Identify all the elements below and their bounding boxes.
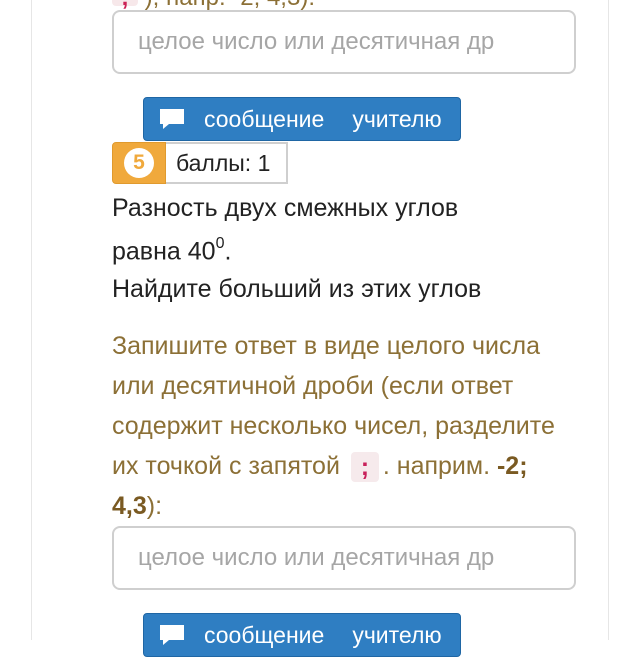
question-text: Разность двух смежных углов равна 400. Н…: [112, 189, 582, 308]
instruction-example-prefix: . наприм.: [382, 452, 491, 480]
question-number-badge: 5: [112, 142, 166, 184]
question-line-2: равна 400.: [112, 235, 232, 266]
question-points-row: 5 баллы: 1: [112, 142, 288, 184]
previous-instruction-text: ); напр: -2; 4,3):: [145, 0, 315, 10]
question-line-3: Найдите больший из этих углов: [112, 275, 482, 304]
message-button-label-word1: сообщение: [204, 105, 325, 132]
message-button-label-word2: учителю: [352, 105, 442, 132]
message-teacher-button[interactable]: сообщение учителю: [143, 97, 461, 141]
right-frame-border: [608, 0, 609, 640]
degree-superscript: 0: [215, 235, 225, 252]
semicolon-highlight: ;: [350, 452, 379, 483]
points-label: баллы: 1: [166, 142, 288, 184]
answer-input-previous[interactable]: [112, 10, 576, 74]
message-button-label-word1: сообщение: [204, 621, 325, 648]
answer-instruction: Запишите ответ в виде целого числа или д…: [112, 326, 582, 526]
answer-input[interactable]: [112, 526, 576, 590]
semicolon-highlight: ;: [112, 0, 138, 10]
message-teacher-button-bottom[interactable]: сообщение учителю: [143, 613, 461, 657]
chat-bubble-icon: [160, 109, 184, 129]
message-button-label-word2: учителю: [352, 621, 442, 648]
instruction-example-suffix: ):: [146, 492, 163, 520]
question-number: 5: [124, 148, 154, 178]
previous-instruction-fragment: ; ); напр: -2; 4,3):: [112, 0, 582, 10]
left-frame-border: [31, 0, 32, 640]
question-line-1: Разность двух смежных углов: [112, 194, 459, 222]
chat-bubble-icon: [160, 625, 184, 645]
